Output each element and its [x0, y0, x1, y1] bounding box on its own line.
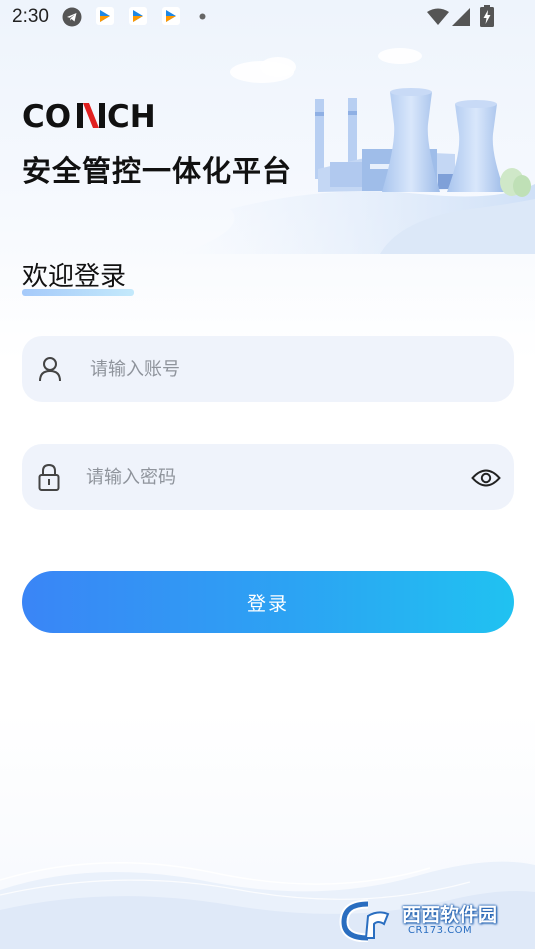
- conch-logo: CO CH: [22, 99, 156, 133]
- app-notification-icon: [96, 7, 114, 25]
- user-icon: [39, 357, 61, 382]
- app-title: 安全管控一体化平台: [22, 154, 293, 188]
- logo-text-right: CH: [107, 99, 156, 133]
- logo-accent-slash: [83, 103, 99, 128]
- app-notification-icon: [129, 7, 147, 25]
- password-input[interactable]: [86, 444, 456, 510]
- eye-icon[interactable]: [471, 468, 501, 488]
- signal-icon: [452, 8, 470, 26]
- watermark-logo-icon: [339, 899, 390, 942]
- watermark: 西西软件园 CR173.COM: [338, 898, 518, 942]
- factory-illustration: [180, 48, 535, 254]
- wifi-icon: [427, 8, 449, 25]
- dot-icon: [199, 13, 206, 20]
- status-bar: 2:30: [0, 0, 535, 34]
- telegram-icon: [62, 7, 82, 27]
- app-notification-icon: [162, 7, 180, 25]
- account-field[interactable]: [22, 336, 514, 402]
- status-time: 2:30: [12, 6, 49, 27]
- battery-charging-icon: [480, 5, 494, 27]
- login-button[interactable]: 登录: [22, 571, 514, 633]
- welcome-heading: 欢迎登录: [22, 262, 127, 292]
- logo-text-left: CO: [22, 99, 71, 133]
- lock-icon: [38, 464, 60, 491]
- watermark-title: 西西软件园: [402, 904, 498, 926]
- watermark-subtitle: CR173.COM: [408, 925, 473, 936]
- account-input[interactable]: [90, 336, 490, 402]
- password-field[interactable]: [22, 444, 514, 510]
